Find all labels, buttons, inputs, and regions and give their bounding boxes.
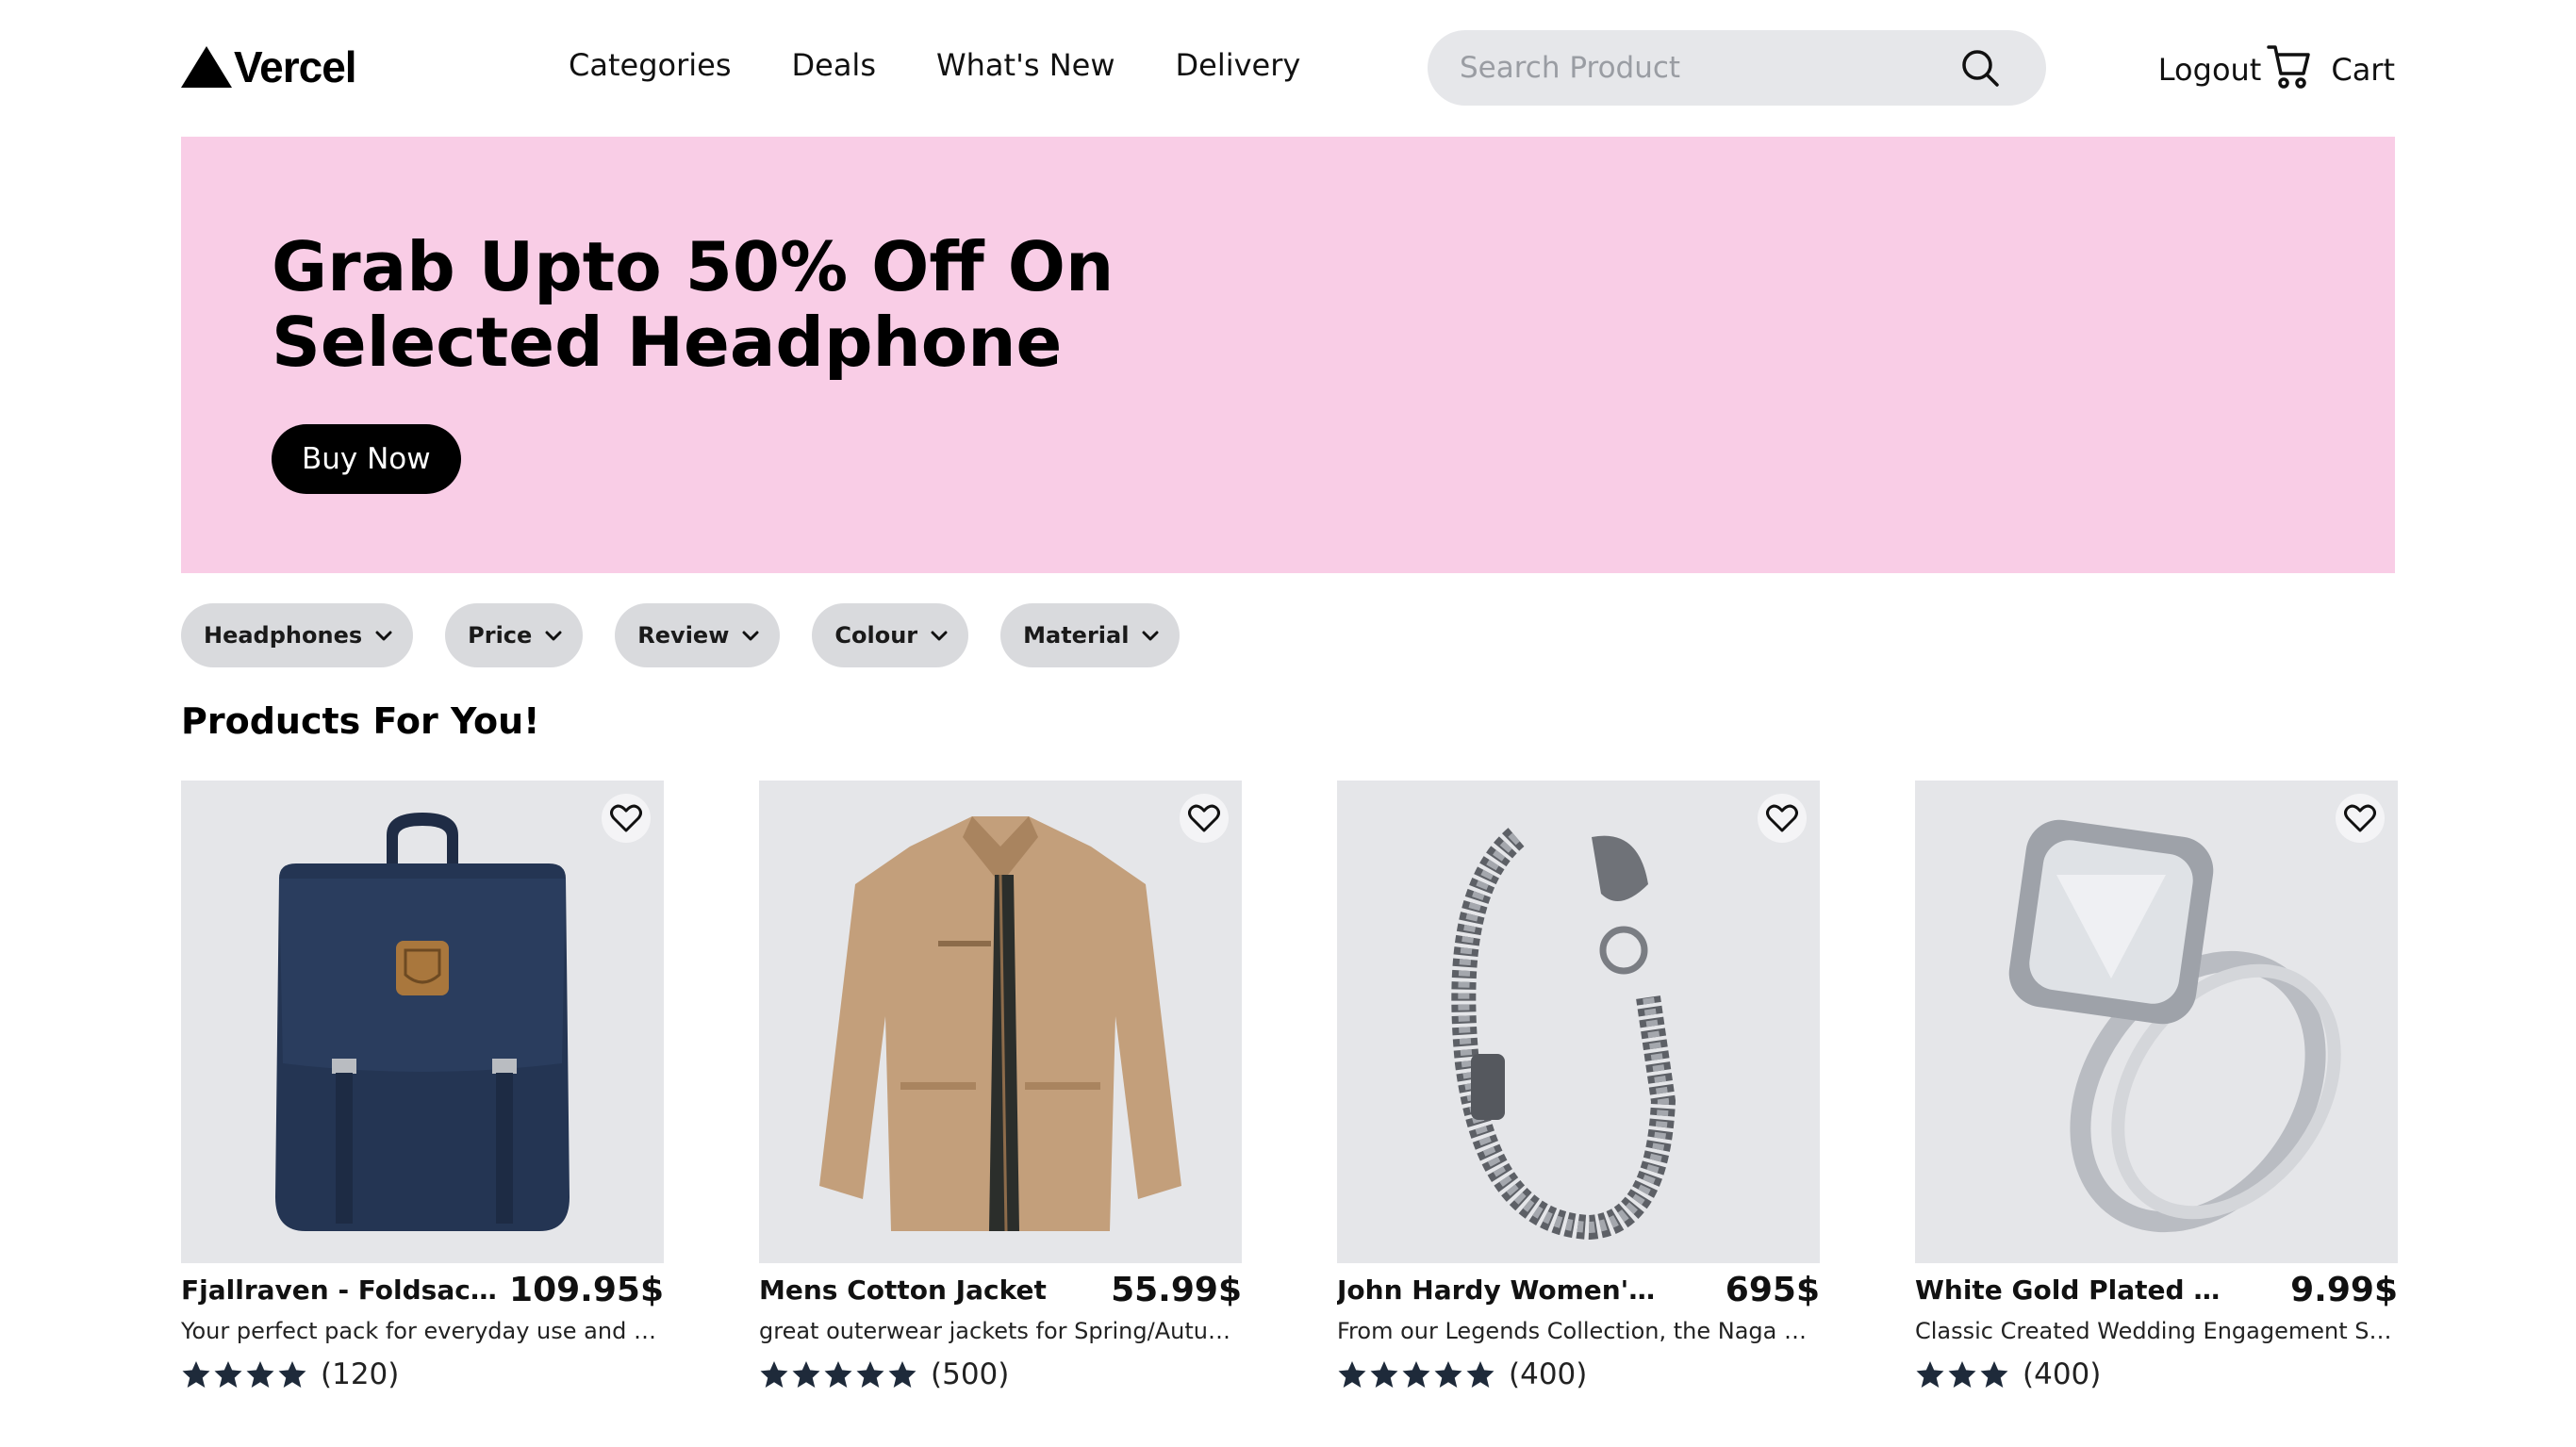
chevron-down-icon (1142, 631, 1159, 641)
chevron-down-icon (375, 631, 392, 641)
account-area: Logout Cart (2158, 43, 2395, 96)
filter-label: Colour (834, 622, 918, 649)
product-rating: (120) (181, 1357, 664, 1391)
nav-link-deals[interactable]: Deals (791, 47, 876, 83)
review-count: (120) (321, 1357, 400, 1391)
product-image-backpack[interactable] (181, 781, 664, 1263)
star-rating-icon (759, 1360, 919, 1389)
product-card[interactable]: White Gold Plated Princess 9.99$ Classic… (1915, 781, 2398, 1391)
nav-link-delivery[interactable]: Delivery (1176, 47, 1301, 83)
product-name[interactable]: White Gold Plated Princess (1915, 1274, 2236, 1306)
cart-link[interactable]: Cart (2331, 52, 2395, 88)
chevron-down-icon (545, 631, 562, 641)
review-count: (400) (1509, 1357, 1588, 1391)
filter-label: Headphones (204, 622, 363, 649)
star-icon (214, 1361, 242, 1388)
star-icon (1948, 1361, 1976, 1388)
promo-banner: Grab Upto 50% Off On Selected Headphone … (181, 137, 2395, 573)
filter-material[interactable]: Material (1000, 603, 1181, 667)
star-icon (1338, 1361, 1366, 1388)
star-icon (856, 1361, 884, 1388)
filter-label: Price (468, 622, 533, 649)
product-rating: (400) (1337, 1357, 1820, 1391)
cart-icon[interactable] (2267, 43, 2311, 96)
star-icon (182, 1361, 210, 1388)
star-icon (1466, 1361, 1494, 1388)
product-description: From our Legends Collection, the Naga wa… (1337, 1318, 1820, 1344)
product-name[interactable]: Mens Cotton Jacket (759, 1274, 1047, 1306)
review-count: (400) (2023, 1357, 2102, 1391)
product-card[interactable]: Mens Cotton Jacket 55.99$ great outerwea… (759, 781, 1242, 1391)
product-grid: Fjallraven - Foldsack No... 109.95$ Your… (181, 781, 2398, 1391)
promo-title: Grab Upto 50% Off On Selected Headphone (272, 227, 1115, 382)
heart-icon[interactable] (1758, 794, 1807, 843)
product-image-bracelet[interactable] (1337, 781, 1820, 1263)
heart-icon[interactable] (1180, 794, 1229, 843)
product-name[interactable]: John Hardy Women's Legen... (1337, 1274, 1658, 1306)
search-input[interactable] (1458, 50, 1952, 86)
star-icon (824, 1361, 852, 1388)
product-card[interactable]: John Hardy Women's Legen... 695$ From ou… (1337, 781, 1820, 1391)
filter-bar: Headphones Price Review Colour Material (181, 603, 1181, 667)
star-icon (792, 1361, 820, 1388)
product-price: 55.99$ (1111, 1270, 1242, 1309)
chevron-down-icon (931, 631, 948, 641)
star-icon (1434, 1361, 1462, 1388)
search-icon[interactable] (1959, 47, 2001, 92)
section-title: Products For You! (181, 700, 540, 742)
star-icon (1402, 1361, 1430, 1388)
product-price: 9.99$ (2290, 1270, 2398, 1309)
product-name[interactable]: Fjallraven - Foldsack No... (181, 1274, 502, 1306)
star-icon (278, 1361, 306, 1388)
search-bar (1428, 30, 2046, 106)
product-image-ring[interactable] (1915, 781, 2398, 1263)
filter-headphones[interactable]: Headphones (181, 603, 414, 667)
star-rating-icon (1915, 1360, 2011, 1389)
filter-label: Review (637, 622, 730, 649)
heart-icon[interactable] (602, 794, 651, 843)
product-card[interactable]: Fjallraven - Foldsack No... 109.95$ Your… (181, 781, 664, 1391)
brand-logo[interactable]: Vercel (181, 41, 357, 92)
logout-link[interactable]: Logout (2158, 52, 2262, 88)
heart-icon[interactable] (2336, 794, 2385, 843)
product-description: great outerwear jackets for Spring/Autum… (759, 1318, 1242, 1344)
product-rating: (400) (1915, 1357, 2398, 1391)
product-description: Your perfect pack for everyday use and w… (181, 1318, 664, 1344)
navbar: Vercel Categories Deals What's New Deliv… (0, 0, 2576, 137)
star-icon (1370, 1361, 1398, 1388)
main-menu: Categories Deals What's New Delivery (569, 47, 1300, 83)
filter-label: Material (1023, 622, 1130, 649)
star-rating-icon (1337, 1360, 1497, 1389)
star-rating-icon (181, 1360, 309, 1389)
product-image-jacket[interactable] (759, 781, 1242, 1263)
star-icon (1916, 1361, 1944, 1388)
nav-link-categories[interactable]: Categories (569, 47, 731, 83)
product-rating: (500) (759, 1357, 1242, 1391)
star-icon (246, 1361, 274, 1388)
star-icon (1980, 1361, 2008, 1388)
filter-colour[interactable]: Colour (812, 603, 969, 667)
filter-price[interactable]: Price (445, 603, 584, 667)
filter-review[interactable]: Review (615, 603, 781, 667)
chevron-down-icon (742, 631, 759, 641)
product-price: 695$ (1725, 1270, 1820, 1309)
product-price: 109.95$ (509, 1270, 664, 1309)
nav-link-whats-new[interactable]: What's New (936, 47, 1115, 83)
buy-now-button[interactable]: Buy Now (272, 424, 461, 494)
product-description: Classic Created Wedding Engagement Solit… (1915, 1318, 2398, 1344)
brand-name: Vercel (234, 42, 357, 91)
review-count: (500) (931, 1357, 1010, 1391)
triangle-logo-icon (181, 46, 232, 88)
star-icon (760, 1361, 788, 1388)
star-icon (888, 1361, 916, 1388)
